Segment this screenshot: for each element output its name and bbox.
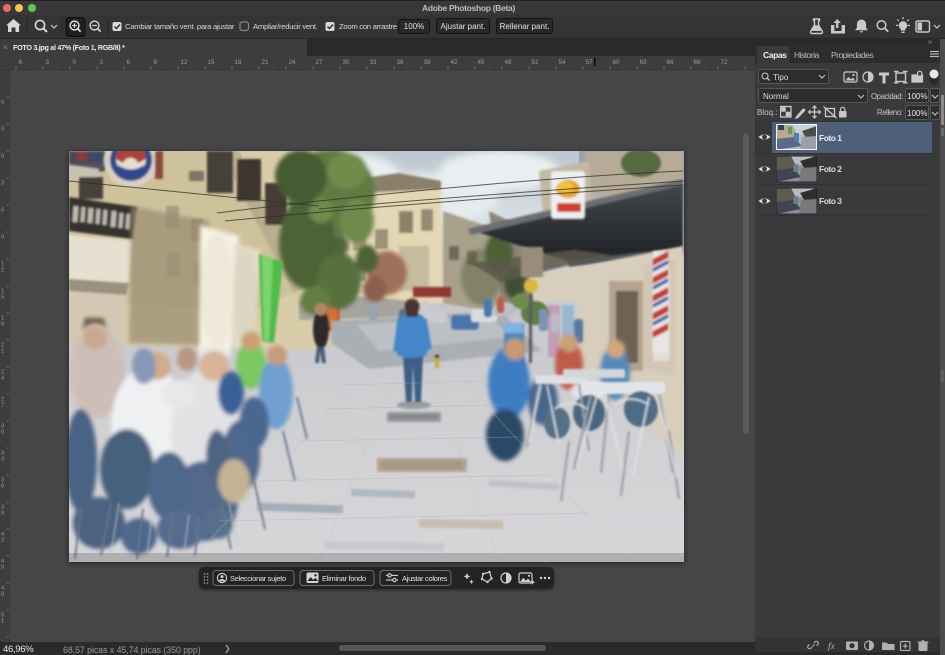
svg-text:5: 5 bbox=[1, 294, 4, 300]
svg-text:1: 1 bbox=[1, 618, 4, 624]
svg-text:3: 3 bbox=[1, 181, 4, 187]
svg-text:72: 72 bbox=[721, 59, 729, 66]
svg-text:1: 1 bbox=[1, 348, 4, 354]
svg-text:48: 48 bbox=[505, 59, 513, 66]
svg-text:6: 6 bbox=[19, 59, 23, 66]
svg-text:69: 69 bbox=[694, 59, 702, 66]
svg-text:fx: fx bbox=[828, 641, 836, 651]
svg-text:3: 3 bbox=[1, 456, 4, 462]
svg-text:33: 33 bbox=[370, 59, 378, 66]
svg-text:6: 6 bbox=[1, 483, 4, 489]
svg-text:5: 5 bbox=[1, 564, 4, 570]
svg-text:3: 3 bbox=[100, 59, 104, 66]
svg-text:8: 8 bbox=[1, 591, 4, 597]
svg-text:9: 9 bbox=[1, 510, 4, 516]
svg-text:3: 3 bbox=[46, 59, 50, 66]
svg-text:18: 18 bbox=[235, 59, 243, 66]
svg-text:2: 2 bbox=[1, 537, 4, 543]
svg-text:0: 0 bbox=[1, 154, 4, 160]
svg-text:12: 12 bbox=[181, 59, 189, 66]
svg-text:24: 24 bbox=[289, 59, 297, 66]
svg-text:2: 2 bbox=[1, 267, 4, 273]
svg-text:66: 66 bbox=[667, 59, 675, 66]
svg-text:7: 7 bbox=[1, 402, 4, 408]
svg-text:9: 9 bbox=[1, 235, 4, 241]
svg-text:54: 54 bbox=[559, 59, 567, 66]
svg-text:8: 8 bbox=[1, 321, 4, 327]
svg-text:6: 6 bbox=[1, 208, 4, 214]
svg-text:3: 3 bbox=[1, 127, 4, 133]
svg-text:39: 39 bbox=[424, 59, 432, 66]
svg-text:Seleccionar sujeto: Seleccionar sujeto bbox=[230, 574, 286, 583]
svg-text:60: 60 bbox=[613, 59, 621, 66]
svg-text:0: 0 bbox=[1, 429, 4, 435]
svg-text:6: 6 bbox=[127, 59, 131, 66]
svg-text:Ajustar colores: Ajustar colores bbox=[402, 574, 448, 583]
svg-text:6: 6 bbox=[1, 100, 4, 106]
svg-text:36: 36 bbox=[397, 59, 405, 66]
svg-text:21: 21 bbox=[262, 59, 270, 66]
svg-text:63: 63 bbox=[640, 59, 648, 66]
svg-text:9: 9 bbox=[154, 59, 158, 66]
svg-text:51: 51 bbox=[532, 59, 540, 66]
svg-text:4: 4 bbox=[1, 375, 5, 381]
svg-text:0: 0 bbox=[73, 59, 77, 66]
svg-text:27: 27 bbox=[316, 59, 324, 66]
svg-text:42: 42 bbox=[451, 59, 459, 66]
svg-text:Eliminar fondo: Eliminar fondo bbox=[322, 574, 366, 583]
svg-text:15: 15 bbox=[208, 59, 216, 66]
svg-text:45: 45 bbox=[478, 59, 486, 66]
svg-text:57: 57 bbox=[586, 59, 594, 66]
svg-text:30: 30 bbox=[343, 59, 351, 66]
